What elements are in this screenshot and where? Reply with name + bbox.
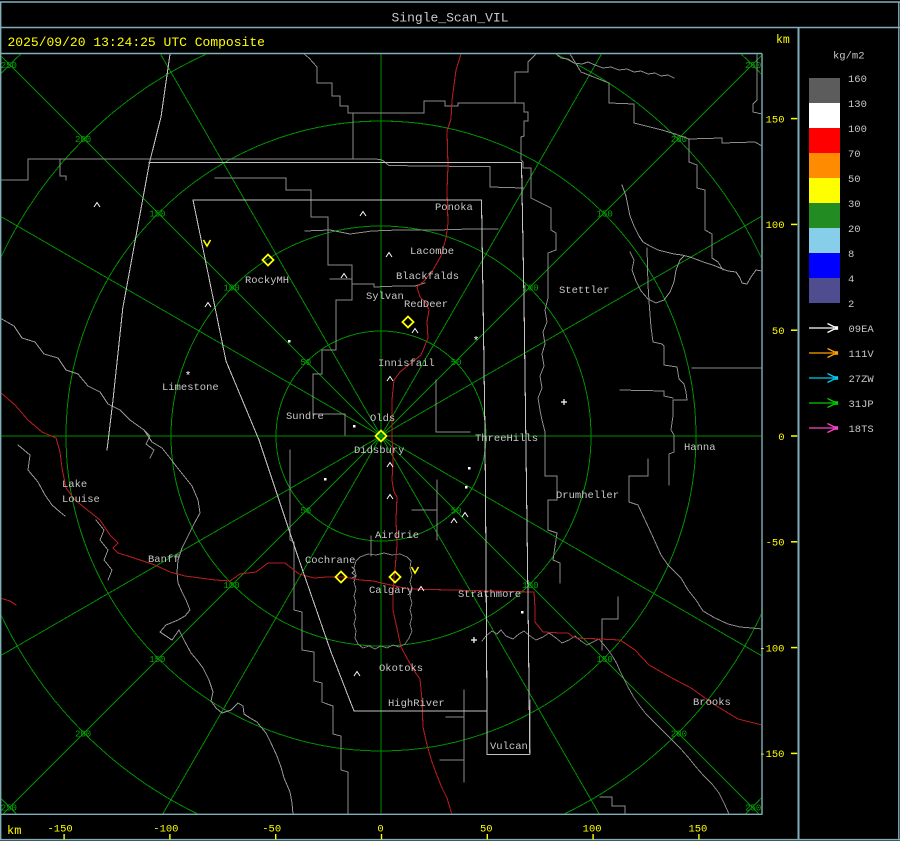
svg-text:Okotoks: Okotoks <box>379 663 423 675</box>
svg-text:50: 50 <box>451 358 462 368</box>
svg-text:150: 150 <box>597 209 613 219</box>
svg-text:Brooks: Brooks <box>693 697 731 709</box>
svg-text:-50: -50 <box>766 538 785 550</box>
svg-text:Single_Scan_VIL: Single_Scan_VIL <box>391 11 508 26</box>
svg-text:-50: -50 <box>262 824 281 836</box>
svg-text:70: 70 <box>848 149 861 161</box>
svg-text:Stettler: Stettler <box>559 285 609 297</box>
svg-text:18TS: 18TS <box>849 424 874 436</box>
svg-text:200: 200 <box>75 135 91 145</box>
svg-text:250: 250 <box>745 61 761 71</box>
svg-text:8: 8 <box>848 249 854 261</box>
svg-text:50: 50 <box>848 174 861 186</box>
svg-text:*: * <box>473 336 480 348</box>
svg-text:100: 100 <box>583 824 602 836</box>
svg-text:2025/09/20 13:24:25 UTC Compos: 2025/09/20 13:24:25 UTC Composite <box>8 35 265 50</box>
svg-text:Strathmore: Strathmore <box>458 589 521 601</box>
svg-text:0: 0 <box>778 432 784 444</box>
svg-text:Vulcan: Vulcan <box>490 741 528 753</box>
svg-text:30: 30 <box>848 199 861 211</box>
svg-text:150: 150 <box>149 655 165 665</box>
svg-text:Blackfalds: Blackfalds <box>396 271 459 283</box>
svg-text:130: 130 <box>848 99 867 111</box>
svg-text:100: 100 <box>223 581 239 591</box>
svg-text:150: 150 <box>149 209 165 219</box>
svg-text:-100: -100 <box>153 824 178 836</box>
svg-text:31JP: 31JP <box>849 399 874 411</box>
svg-text:Limestone: Limestone <box>162 382 219 394</box>
svg-text:20: 20 <box>848 224 861 236</box>
svg-text:200: 200 <box>671 135 687 145</box>
svg-text:Hanna: Hanna <box>684 442 716 454</box>
svg-text:Drumheller: Drumheller <box>556 490 619 502</box>
svg-text:RockyMH: RockyMH <box>245 275 289 287</box>
svg-text:kg/m2: kg/m2 <box>833 51 865 63</box>
svg-text:Cochrane: Cochrane <box>305 555 355 567</box>
svg-text:50: 50 <box>480 824 493 836</box>
svg-text:Banff: Banff <box>148 554 180 566</box>
svg-text:50: 50 <box>300 507 311 517</box>
svg-text:Airdrie: Airdrie <box>375 530 419 542</box>
svg-text:200: 200 <box>75 729 91 739</box>
svg-text:Sundre: Sundre <box>286 411 324 423</box>
svg-text:Sylvan: Sylvan <box>366 291 404 303</box>
svg-text:100: 100 <box>522 284 538 294</box>
svg-text:Calgary: Calgary <box>369 585 413 597</box>
svg-text:250: 250 <box>1 61 17 71</box>
svg-text:Louise: Louise <box>62 494 100 506</box>
svg-text:4: 4 <box>848 274 854 286</box>
svg-text:250: 250 <box>1 804 17 814</box>
svg-text:160: 160 <box>848 74 867 86</box>
svg-text:09EA: 09EA <box>849 324 875 336</box>
svg-text:100: 100 <box>766 220 785 232</box>
svg-text:100: 100 <box>223 284 239 294</box>
svg-text:Olds: Olds <box>370 413 395 425</box>
svg-text:111V: 111V <box>849 349 875 361</box>
svg-text:50: 50 <box>300 358 311 368</box>
svg-text:Innisfail: Innisfail <box>378 358 435 370</box>
svg-text:150: 150 <box>597 655 613 665</box>
svg-text:Didsbury: Didsbury <box>354 445 404 457</box>
svg-text:Lake: Lake <box>62 479 87 491</box>
svg-text:-150: -150 <box>759 749 784 761</box>
svg-text:50: 50 <box>451 507 462 517</box>
svg-text:100: 100 <box>522 581 538 591</box>
svg-text:0: 0 <box>377 824 383 836</box>
svg-text:km: km <box>776 34 790 47</box>
svg-text:27ZW: 27ZW <box>849 374 875 386</box>
svg-text:50: 50 <box>772 326 785 338</box>
svg-text:150: 150 <box>688 824 707 836</box>
svg-text:RedDeer: RedDeer <box>404 299 448 311</box>
svg-text:100: 100 <box>848 124 867 136</box>
svg-text:-150: -150 <box>47 824 72 836</box>
svg-text:Lacombe: Lacombe <box>410 246 454 258</box>
svg-text:ThreeHills: ThreeHills <box>475 433 538 445</box>
svg-text:200: 200 <box>671 729 687 739</box>
svg-text:Ponoka: Ponoka <box>435 202 473 214</box>
svg-text:2: 2 <box>848 299 854 311</box>
svg-text:150: 150 <box>766 114 785 126</box>
svg-text:HighRiver: HighRiver <box>388 698 445 710</box>
svg-text:km: km <box>7 824 21 838</box>
svg-text:250: 250 <box>745 804 761 814</box>
svg-text:-100: -100 <box>759 643 784 655</box>
